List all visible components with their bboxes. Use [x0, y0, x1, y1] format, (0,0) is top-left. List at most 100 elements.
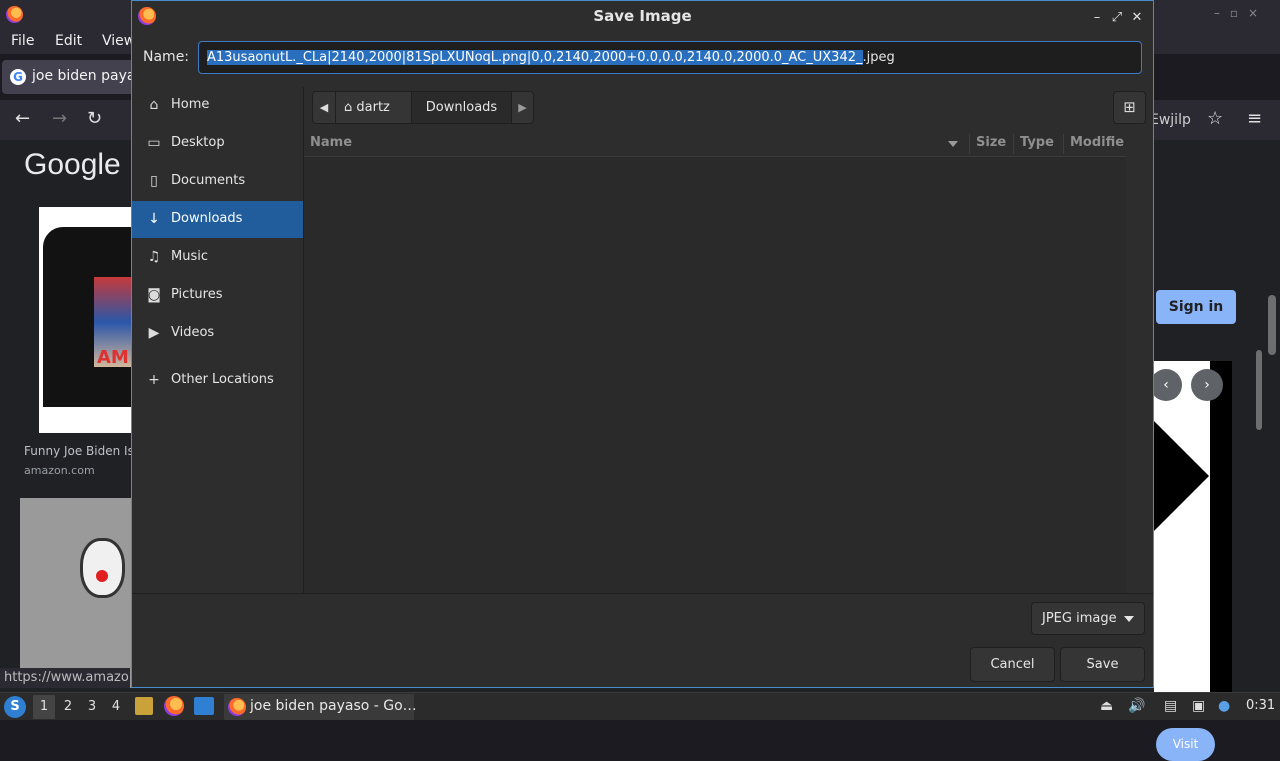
result-caption[interactable]: Funny Joe Biden Is: [24, 444, 134, 458]
filename-input[interactable]: A13usaonutL._CLa|2140,2000|81SpLXUNoqL.p…: [198, 41, 1142, 74]
url-bar[interactable]: Ewjilp: [1150, 106, 1202, 134]
terminal-icon[interactable]: [194, 697, 214, 715]
path-back-icon[interactable]: ◀: [312, 91, 336, 124]
preview-graphic: [1154, 421, 1209, 531]
place-music[interactable]: ♫ Music: [132, 239, 303, 276]
file-list-header: Name Size Type Modifie: [304, 131, 1126, 157]
chevron-right-icon[interactable]: ›: [1191, 369, 1223, 401]
status-url: https://www.amazo: [0, 668, 130, 688]
forward-icon[interactable]: →: [52, 108, 67, 129]
place-label: Downloads: [171, 211, 243, 226]
minimize-icon[interactable]: –: [1087, 10, 1107, 25]
eject-icon[interactable]: ⏏: [1100, 698, 1113, 714]
path-home-button[interactable]: ⌂ dartz: [336, 91, 412, 124]
clock: 0:31: [1246, 698, 1276, 713]
save-button[interactable]: Save: [1060, 647, 1145, 682]
firefox-icon: [228, 698, 246, 716]
volume-icon[interactable]: 🔊: [1128, 698, 1145, 714]
workspace-4[interactable]: 4: [105, 695, 127, 719]
place-label: Videos: [171, 325, 215, 340]
dialog-titlebar[interactable]: Save Image – ⤢ ✕: [132, 1, 1153, 31]
google-logo[interactable]: Google: [24, 148, 121, 182]
path-home-label: dartz: [356, 100, 390, 115]
filename-extension: .jpeg: [862, 50, 895, 65]
file-type-filter-label: JPEG image: [1042, 611, 1117, 626]
tab-title: joe biden paya: [32, 68, 136, 84]
sort-descending-icon: [948, 141, 958, 147]
result-image[interactable]: AM: [39, 207, 131, 433]
place-home[interactable]: ⌂ Home: [132, 87, 303, 124]
maximize-icon[interactable]: ⤢: [1107, 10, 1127, 25]
chevron-left-icon[interactable]: ‹: [1150, 369, 1182, 401]
column-type[interactable]: Type: [1020, 135, 1054, 150]
place-label: Other Locations: [171, 372, 274, 387]
task-title: joe biden payaso - Go…: [250, 698, 417, 714]
hamburger-menu-icon[interactable]: ≡: [1247, 108, 1262, 129]
clipboard-icon[interactable]: ▤: [1164, 698, 1177, 714]
workspace-3[interactable]: 3: [81, 695, 103, 719]
filename-selected-text: A13usaonutL._CLa|2140,2000|81SpLXUNoqL.p…: [207, 50, 863, 65]
close-icon[interactable]: ✕: [1127, 10, 1147, 25]
shirt-print-text: AM: [97, 347, 129, 368]
bookmark-star-icon[interactable]: ☆: [1207, 108, 1223, 129]
place-label: Pictures: [171, 287, 223, 302]
place-desktop[interactable]: ▭ Desktop: [132, 125, 303, 162]
column-separator: [969, 134, 970, 154]
network-icon[interactable]: ▣: [1192, 698, 1205, 714]
dialog-footer: JPEG image Cancel Save: [132, 593, 1153, 687]
reload-icon[interactable]: ↻: [87, 108, 102, 129]
clown-nose-graphic: [96, 570, 108, 582]
file-type-filter[interactable]: JPEG image: [1031, 602, 1145, 635]
workspace-1[interactable]: 1: [33, 695, 55, 719]
music-icon: ♫: [147, 249, 161, 265]
file-list[interactable]: Name Size Type Modifie: [304, 131, 1126, 593]
file-manager-icon[interactable]: [135, 697, 153, 715]
panel-scrollbar[interactable]: [1256, 350, 1262, 430]
save-image-dialog: Save Image – ⤢ ✕ Name: A13usaonutL._CLa|21…: [131, 0, 1154, 688]
camera-icon: ◙: [147, 287, 161, 303]
taskbar: S 1 2 3 4 joe biden payaso - Go… ⏏ 🔊 ▤ ▣…: [0, 692, 1280, 720]
place-pictures[interactable]: ◙ Pictures: [132, 277, 303, 314]
column-separator: [1013, 134, 1014, 154]
file-list-scroll-area: [1126, 131, 1153, 593]
scrollbar[interactable]: [1268, 295, 1276, 355]
dialog-title: Save Image: [593, 7, 692, 25]
place-downloads[interactable]: ↓ Downloads: [132, 201, 303, 238]
place-label: Desktop: [171, 135, 225, 150]
column-modified[interactable]: Modifie: [1070, 135, 1124, 150]
taskbar-task-firefox[interactable]: joe biden payaso - Go…: [224, 694, 417, 720]
face-graphic: [80, 538, 125, 598]
firefox-launcher-icon[interactable]: [164, 696, 184, 716]
dialog-window-controls: – ⤢ ✕: [1087, 6, 1147, 25]
window-controls[interactable]: –▫×: [1214, 6, 1268, 20]
places-sidebar: ⌂ Home ▭ Desktop ▯ Documents ↓ Downloads…: [132, 87, 304, 593]
workspace-2[interactable]: 2: [57, 695, 79, 719]
result-image[interactable]: [20, 498, 131, 688]
menu-edit[interactable]: Edit: [55, 33, 82, 49]
back-icon[interactable]: ←: [15, 108, 30, 129]
folder-icon: ▭: [147, 135, 161, 151]
place-other-locations[interactable]: + Other Locations: [132, 362, 303, 399]
firefox-icon: [6, 6, 23, 23]
column-separator: [1063, 134, 1064, 154]
path-forward-icon[interactable]: ▶: [512, 91, 534, 124]
start-menu-icon[interactable]: S: [4, 696, 26, 718]
column-name[interactable]: Name: [310, 135, 352, 150]
tab-google[interactable]: G joe biden paya: [2, 60, 142, 94]
preview-image[interactable]: [1154, 361, 1210, 709]
notification-icon[interactable]: ●: [1218, 698, 1230, 714]
place-videos[interactable]: ▶ Videos: [132, 315, 303, 352]
preview-image-edge: [1210, 361, 1232, 709]
column-size[interactable]: Size: [976, 135, 1006, 150]
menu-file[interactable]: File: [11, 33, 34, 49]
name-label: Name:: [143, 49, 190, 65]
visit-button[interactable]: Visit: [1156, 728, 1215, 761]
path-downloads-button[interactable]: Downloads: [412, 91, 512, 124]
create-folder-button[interactable]: ⊞: [1113, 91, 1146, 124]
cancel-button[interactable]: Cancel: [970, 647, 1055, 682]
video-icon: ▶: [148, 325, 160, 341]
plus-icon: +: [148, 372, 160, 388]
place-label: Documents: [171, 173, 246, 188]
sign-in-button[interactable]: Sign in: [1156, 290, 1236, 324]
place-documents[interactable]: ▯ Documents: [132, 163, 303, 200]
